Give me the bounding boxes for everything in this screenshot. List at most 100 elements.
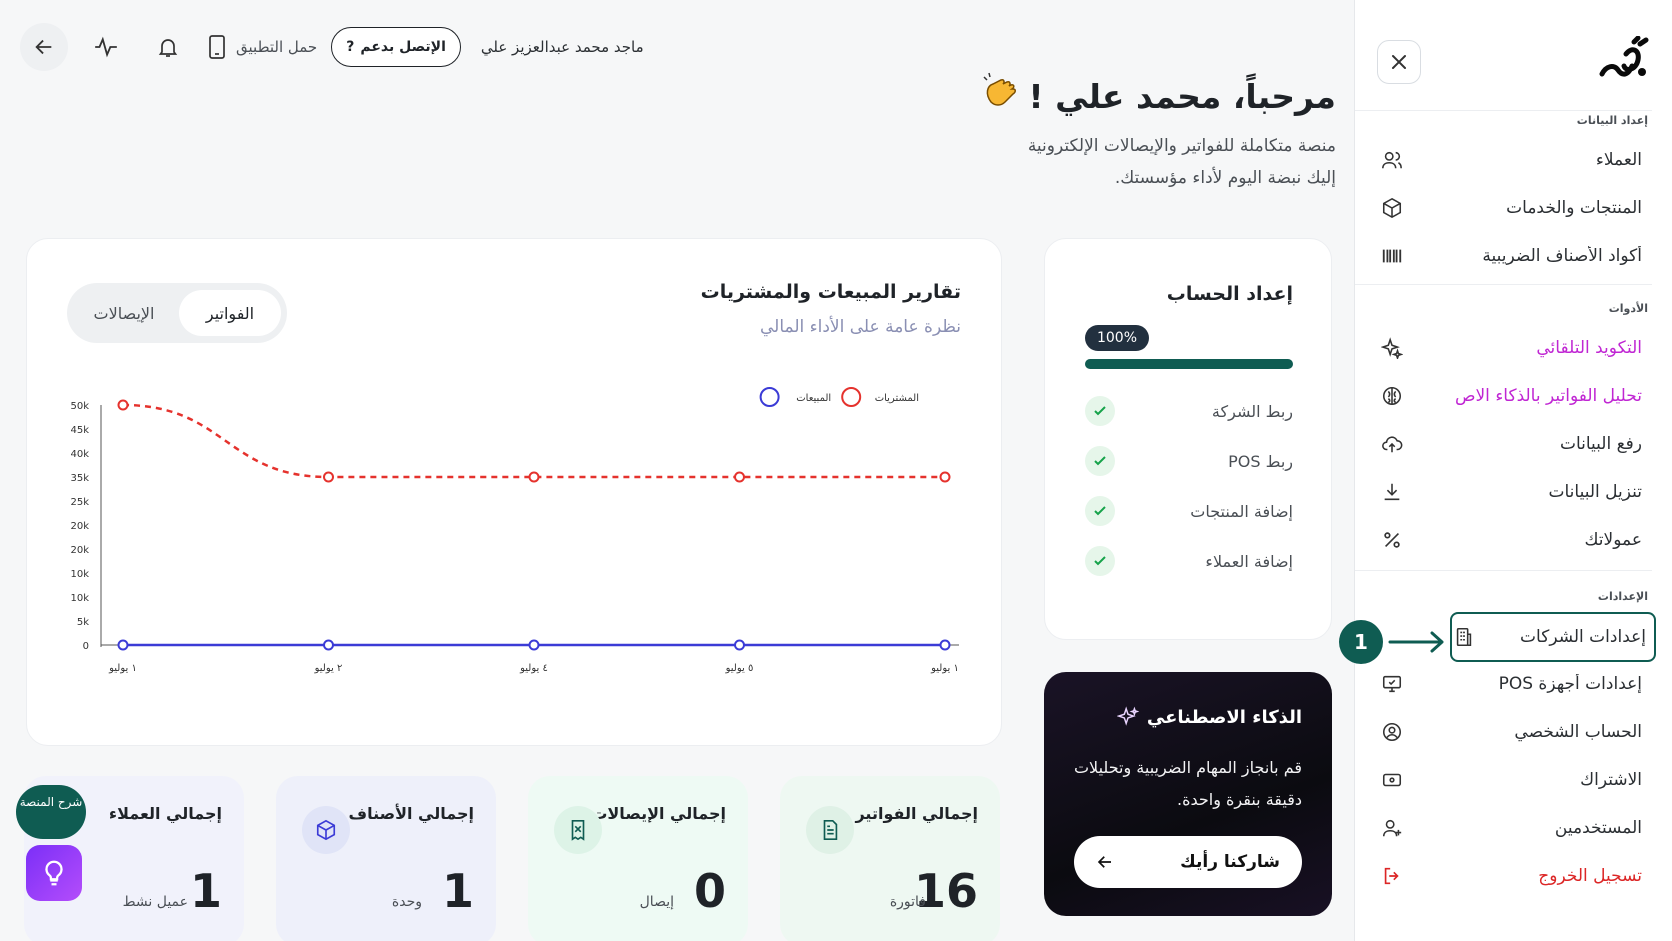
y-tick-label: 20k [70,521,89,532]
ai-promo-card: الذكاء الاصطناعي قم بانجاز المهام الضريب… [1044,672,1332,916]
arrow-left-icon [1097,856,1111,868]
setup-step: ربط الشركة [1085,395,1293,427]
sidebar-item-tax-codes[interactable]: أكواد الأصناف الضريبية [1380,234,1650,278]
sparkle-icon [1380,336,1404,360]
legend-marker [759,387,780,407]
logout-icon [1380,864,1404,888]
user-circle-icon [1380,720,1404,744]
sidebar-item-upload-data[interactable]: رفع البيانات [1380,422,1650,466]
sidebar: إعداد البيانات العملاء المنتجات والخدمات… [1354,0,1672,941]
bell-icon [158,39,178,57]
sidebar-item-auto-coding[interactable]: التكويد التلقائي [1380,326,1650,370]
idea-button[interactable] [26,845,82,901]
setup-title: إعداد الحساب [1166,283,1293,305]
download-icon [1380,480,1404,504]
question-icon: ? [346,39,355,55]
brain-icon [1380,384,1404,408]
building-icon [1452,625,1476,649]
callout-arrow-icon [1388,631,1444,653]
back-button[interactable] [20,23,68,71]
data-point [323,639,334,651]
legend-label: المبيعات [796,393,831,404]
x-tick-label: ١ يوليو [930,663,959,674]
arrow-left-icon [35,39,52,55]
y-tick-label: 45k [70,425,89,436]
setup-progress-fill [1085,359,1293,369]
box-icon [1380,196,1404,220]
activity-button[interactable] [82,23,130,71]
setup-step: إضافة العملاء [1085,545,1293,577]
setup-progress-bar [1085,359,1293,369]
data-point [528,471,540,483]
share-feedback-button[interactable]: شاركنا رأيك [1074,836,1302,888]
card-icon [1380,768,1404,792]
stat-card-invoices: إجمالي الفواتير 16 فاتورة [780,776,1000,941]
check-icon [1085,546,1115,576]
barcode-icon [1380,244,1404,268]
close-icon [1392,55,1406,69]
data-point [117,399,129,411]
x-tick-label: ٢ يوليو [314,663,343,674]
sidebar-item-products[interactable]: المنتجات والخدمات [1380,186,1650,230]
section-settings: الإعدادات [1597,590,1648,603]
y-tick-label: 0 [83,641,89,652]
data-point [323,471,334,483]
x-tick-label: ٤ يوليو [519,663,548,674]
notifications-button[interactable] [144,23,192,71]
receipt-icon [554,806,602,854]
data-point [939,471,951,483]
lightbulb-icon [45,860,63,886]
sidebar-item-ai-analysis[interactable]: تحليل الفواتير بالذكاء الاص [1380,374,1650,418]
document-icon [806,806,854,854]
sidebar-item-logout[interactable]: تسجيل الخروج [1380,854,1650,898]
sidebar-item-commissions[interactable]: عمولاتك [1380,518,1650,562]
user-name: ماجد محمد عبدالعزيز علي [480,38,644,56]
activity-icon [95,36,117,58]
callout-number-badge: 1 [1339,620,1383,664]
data-point [939,639,951,651]
top-bar: حمل التطبيق الإتصل بدعم ? ماجد محمد عبدا… [20,22,644,72]
sidebar-item-company-settings[interactable]: إعدادات الشركات [1450,612,1656,662]
waving-hand-icon [981,72,1021,120]
brand-logo [1596,35,1652,84]
y-tick-label: 50k [70,401,89,412]
upload-icon [1380,432,1404,456]
phone-icon [209,35,225,59]
sidebar-item-subscription[interactable]: الاشتراك [1380,758,1650,802]
sidebar-item-pos-settings[interactable]: إعدادات أجهزة POS [1380,662,1650,706]
contact-support-button[interactable]: الإتصل بدعم ? [331,27,461,67]
users-icon [1380,148,1404,172]
y-tick-label: 10k [70,569,89,580]
y-tick-label: 20k [70,545,89,556]
user-add-icon [1380,816,1404,840]
ai-title: الذكاء الاصطناعي [1116,706,1302,728]
sidebar-item-customers[interactable]: العملاء [1380,138,1650,182]
close-sidebar-button[interactable] [1377,40,1421,84]
y-tick-label: 25k [70,497,89,508]
check-icon [1085,446,1115,476]
y-tick-label: 35k [70,473,89,484]
sidebar-item-download-data[interactable]: تنزيل البيانات [1380,470,1650,514]
data-point [528,639,540,651]
download-app-link[interactable]: حمل التطبيق [206,34,317,60]
cube-icon [302,806,350,854]
welcome-line-2: إليك نبضة اليوم لأداء مؤسستك. [1114,168,1336,188]
ai-description: قم بانجاز المهام الضريبية وتحليلات دقيقة… [1073,758,1302,809]
x-tick-label: ١ يوليو [108,663,137,674]
welcome-block: مرحباً، محمد علي ! منصة متكاملة للفواتير… [981,72,1336,194]
y-tick-label: 5k [77,617,89,628]
section-data-setup: إعداد البيانات [1576,114,1648,127]
check-icon [1085,396,1115,426]
series-line-purchases [122,403,945,479]
stat-card-receipts: إجمالي الإيصالات 0 إيصال [528,776,748,941]
platform-guide-button[interactable]: شرح المنصة [16,785,86,839]
progress-percent-badge: 100% [1085,325,1149,351]
y-tick-label: 40k [70,449,89,460]
sidebar-item-users[interactable]: المستخدمين [1380,806,1650,850]
sidebar-item-profile[interactable]: الحساب الشخصي [1380,710,1650,754]
y-tick-label: 10k [70,593,89,604]
setup-step: ربط POS [1085,445,1293,477]
line-chart: 0 5k 10k 10k 20k 20k 25k 35k 40k 45k 50k ١ يوليو ٢ ي… [70,387,959,674]
stat-card-items: إجمالي الأصناف 1 وحدة [276,776,496,941]
sales-purchases-chart-card: تقارير المبيعات والمشتريات نظرة عامة على… [26,238,1002,746]
